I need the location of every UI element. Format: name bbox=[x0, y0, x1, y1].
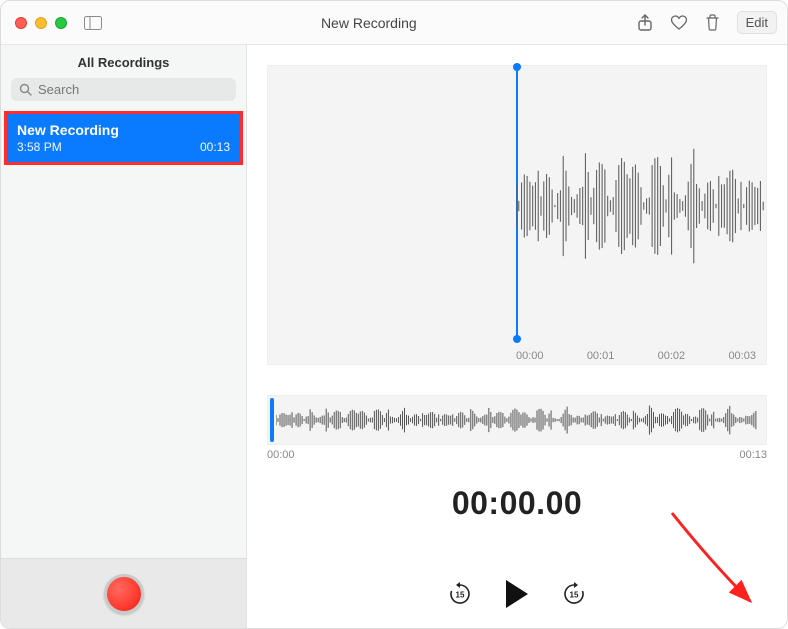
recording-item[interactable]: New Recording 3:58 PM 00:13 bbox=[4, 111, 243, 165]
search-icon bbox=[19, 83, 32, 96]
sidebar-toggle-icon[interactable] bbox=[83, 13, 103, 33]
skip-back-button[interactable]: 15 bbox=[446, 580, 474, 608]
search-field[interactable] bbox=[11, 78, 236, 101]
play-button[interactable] bbox=[506, 580, 528, 608]
record-bar bbox=[1, 558, 246, 628]
skip-forward-button[interactable]: 15 bbox=[560, 580, 588, 608]
window-title: New Recording bbox=[103, 15, 635, 31]
recording-item-duration: 00:13 bbox=[200, 140, 230, 154]
titlebar: New Recording Edit bbox=[1, 1, 787, 45]
overview-times: 00:00 00:13 bbox=[267, 449, 767, 461]
share-icon[interactable] bbox=[635, 13, 655, 33]
waveform-ticks: 00:00 00:01 00:02 00:03 bbox=[268, 350, 766, 362]
record-button[interactable] bbox=[104, 574, 144, 614]
window-controls bbox=[11, 17, 67, 29]
main-panel: 00:00 00:01 00:02 00:03 00:00 00:13 00:0… bbox=[247, 45, 787, 628]
fullscreen-window-button[interactable] bbox=[55, 17, 67, 29]
sidebar: All Recordings New Recording 3:58 PM 00:… bbox=[1, 45, 247, 628]
search-input[interactable] bbox=[38, 82, 228, 97]
favorite-icon[interactable] bbox=[669, 13, 689, 33]
svg-text:15: 15 bbox=[570, 591, 579, 600]
sidebar-heading: All Recordings bbox=[1, 45, 246, 78]
overview-start-label: 00:00 bbox=[267, 449, 295, 461]
minimize-window-button[interactable] bbox=[35, 17, 47, 29]
current-time: 00:00.00 bbox=[247, 485, 787, 522]
close-window-button[interactable] bbox=[15, 17, 27, 29]
waveform-zoom[interactable]: 00:00 00:01 00:02 00:03 bbox=[267, 65, 767, 365]
waveform-overview-svg bbox=[276, 402, 758, 438]
playback-controls: 15 15 bbox=[247, 580, 787, 608]
overview-cursor[interactable] bbox=[270, 398, 274, 442]
waveform-main bbox=[516, 106, 766, 306]
tick-label: 00:02 bbox=[658, 350, 686, 362]
tick-label: 00:01 bbox=[587, 350, 615, 362]
waveform-overview[interactable] bbox=[267, 395, 767, 445]
tick-label: 00:00 bbox=[516, 350, 544, 362]
tick-label: 00:03 bbox=[728, 350, 756, 362]
svg-text:15: 15 bbox=[456, 591, 465, 600]
overview-end-label: 00:13 bbox=[739, 449, 767, 461]
trash-icon[interactable] bbox=[703, 13, 723, 33]
edit-button[interactable]: Edit bbox=[737, 11, 777, 34]
recording-item-title: New Recording bbox=[17, 122, 230, 138]
recording-item-time: 3:58 PM bbox=[17, 140, 62, 154]
